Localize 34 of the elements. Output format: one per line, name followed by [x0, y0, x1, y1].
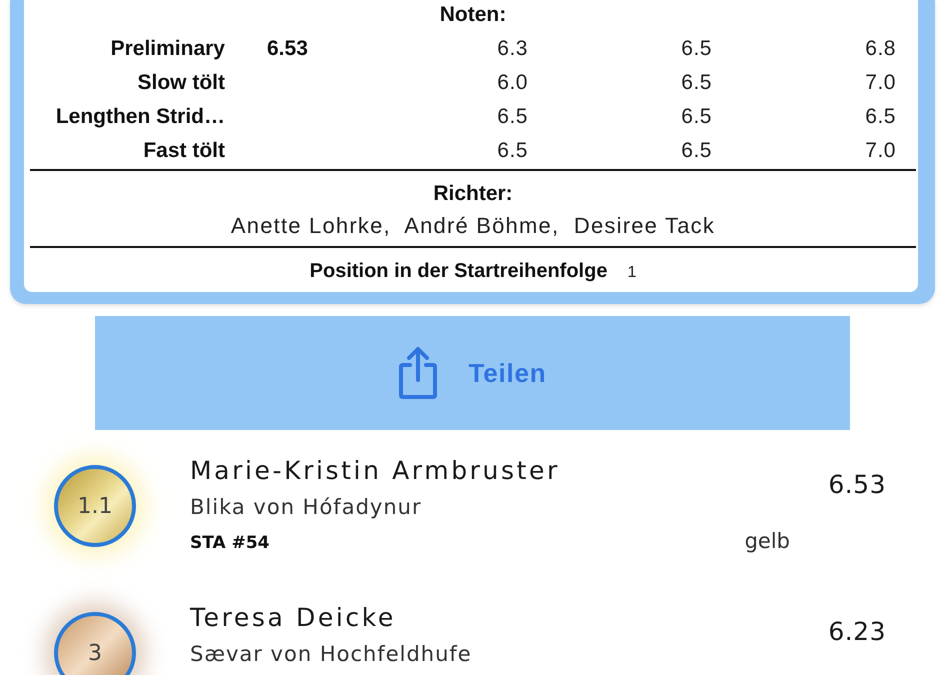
judges-list: Anette Lohrke, André Böhme, Desiree Tack	[30, 209, 916, 245]
judge-score: 6.5	[681, 37, 712, 60]
judges-heading: Richter:	[432, 181, 514, 207]
result-score: 6.53	[828, 470, 886, 499]
judge-score: 6.0	[497, 71, 528, 94]
share-button[interactable]: Teilen	[95, 316, 850, 430]
start-position-label: Position in der Startreihenfolge	[310, 259, 608, 284]
judge-score: 7.0	[865, 71, 896, 94]
judge-score: 6.5	[681, 105, 712, 128]
result-score: 6.23	[828, 617, 886, 646]
judge-score: 6.5	[865, 105, 896, 128]
judge-score: 6.5	[681, 71, 712, 94]
judge-score: 6.5	[497, 105, 528, 128]
grade-total: 6.53	[267, 37, 308, 60]
judge-score: 6.8	[865, 37, 896, 60]
start-number: STA #54	[190, 532, 270, 555]
grade-label: Lengthen Strid…	[54, 105, 225, 129]
judge-score: 6.5	[497, 139, 528, 162]
horse-name: Blika von Hófadynur	[190, 494, 423, 521]
start-position-value: 1	[627, 263, 636, 283]
grade-label: Fast tölt	[142, 139, 225, 163]
grade-label: Preliminary	[110, 37, 225, 61]
share-icon	[398, 346, 438, 400]
judge-score: 6.3	[497, 37, 528, 60]
horse-name: Sævar von Hochfeldhufe	[190, 641, 473, 668]
rank-medal: 3	[54, 612, 136, 675]
grade-label: Slow tölt	[136, 71, 225, 95]
judge-score: 6.5	[681, 139, 712, 162]
grades-heading: Noten:	[438, 2, 508, 28]
rider-name: Marie-Kristin Armbruster	[190, 455, 561, 487]
group-label: gelb	[744, 528, 790, 555]
rank-medal: 1.1	[54, 465, 136, 547]
judge-score: 7.0	[865, 139, 896, 162]
rider-name: Teresa Deicke	[190, 602, 397, 634]
